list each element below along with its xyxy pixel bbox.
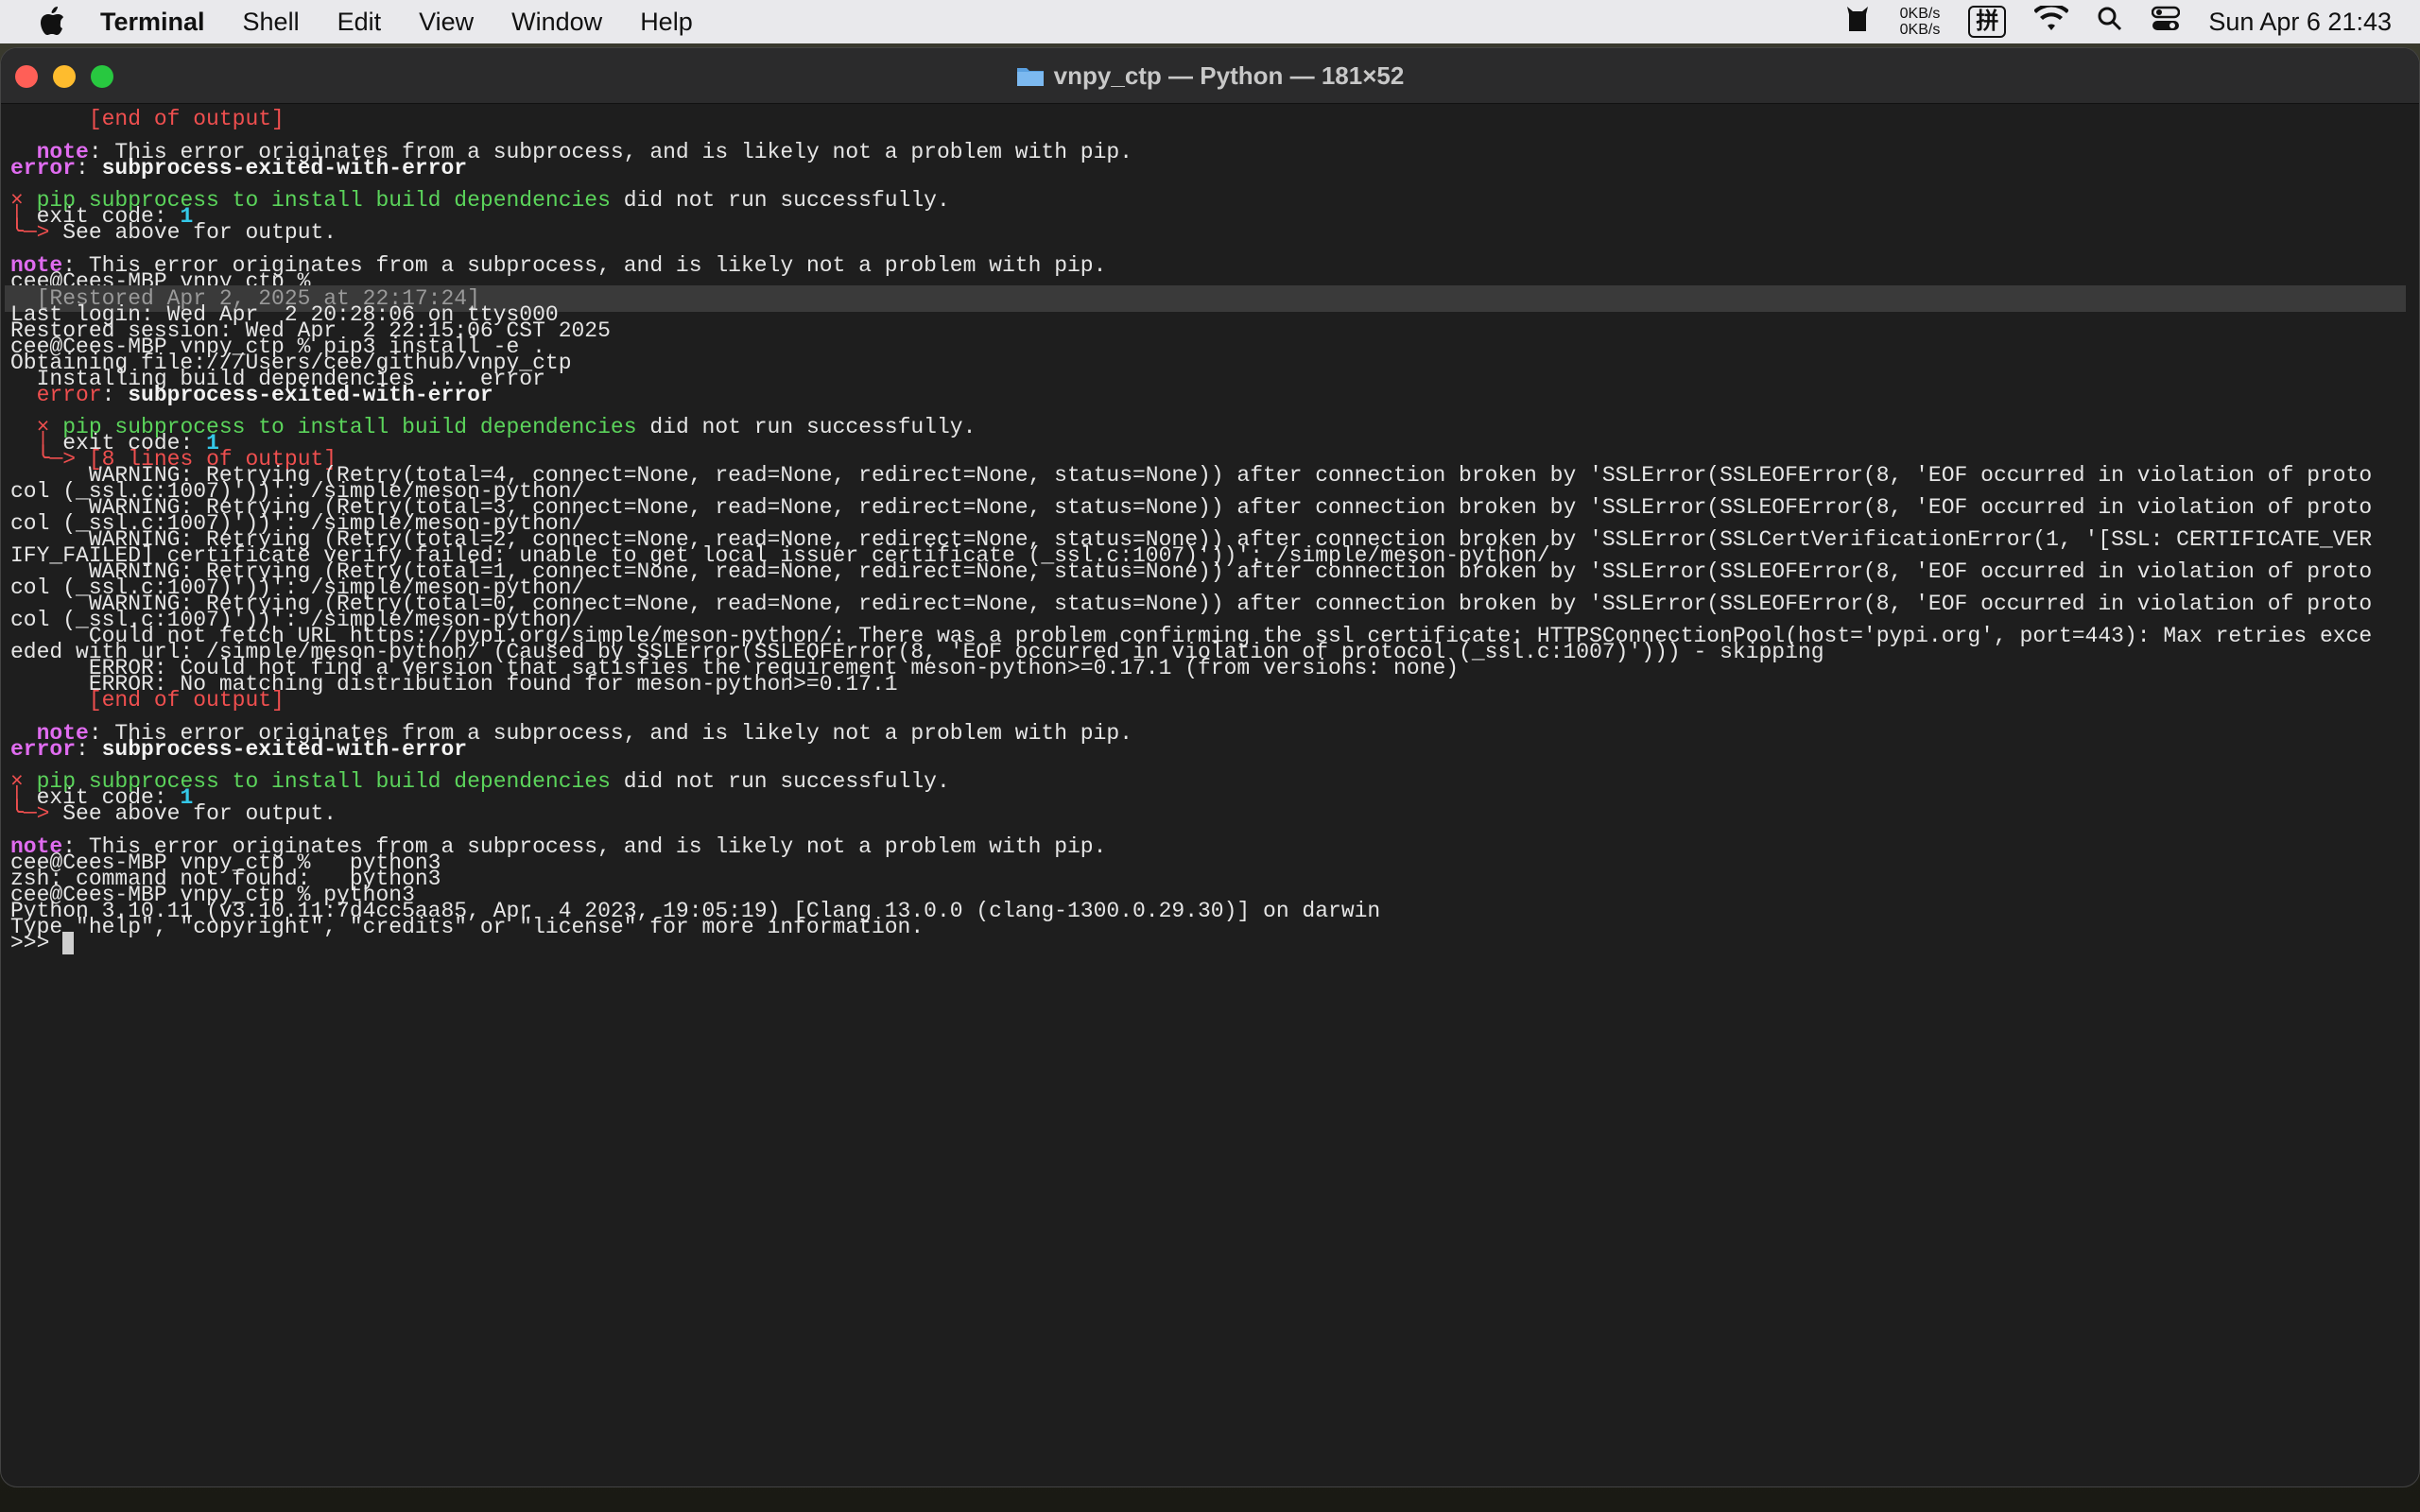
net-up: 0KB/s <box>1899 6 1941 22</box>
window-title: vnpy_ctp — Python — 181×52 <box>1053 60 1405 90</box>
net-down: 0KB/s <box>1899 22 1941 38</box>
minimize-window-button[interactable] <box>53 65 76 88</box>
terminal-line: ╰─> See above for output. <box>10 801 337 826</box>
search-icon[interactable] <box>2097 6 2123 39</box>
terminal-line: error: subprocess-exited-with-error <box>10 737 468 762</box>
close-window-button[interactable] <box>15 65 38 88</box>
menu-window[interactable]: Window <box>511 8 602 37</box>
terminal-line: error: subprocess-exited-with-error <box>10 156 468 180</box>
python-prompt: >>> <box>10 931 63 955</box>
folder-icon <box>1016 68 1044 86</box>
window-titlebar[interactable]: vnpy_ctp — Python — 181×52 <box>1 48 2419 104</box>
terminal-line: ╰─> See above for output. <box>10 220 337 245</box>
menu-edit[interactable]: Edit <box>337 8 382 37</box>
python-prompt-line[interactable]: >>> <box>10 930 75 956</box>
terminal-line: [end of output] <box>10 688 285 713</box>
network-speed-indicator[interactable]: 0KB/s 0KB/s <box>1900 6 1941 38</box>
input-method-indicator[interactable]: 拼 <box>1968 6 2007 38</box>
wifi-icon[interactable] <box>2033 3 2070 39</box>
terminal-line: Type "help", "copyright", "credits" or "… <box>10 915 925 939</box>
text-cursor <box>62 931 75 954</box>
menu-app-terminal[interactable]: Terminal <box>100 8 205 37</box>
terminal-line: error: subprocess-exited-with-error <box>10 383 493 407</box>
control-center-icon[interactable] <box>2152 6 2181 39</box>
terminal-output[interactable]: [end of output] note: This error origina… <box>1 104 2419 1486</box>
apple-logo-icon[interactable] <box>36 6 68 38</box>
menu-help[interactable]: Help <box>640 8 693 37</box>
menu-clock[interactable]: Sun Apr 6 21:43 <box>2208 8 2392 37</box>
zoom-window-button[interactable] <box>91 65 113 88</box>
terminal-line: [end of output] <box>10 107 285 131</box>
menu-shell[interactable]: Shell <box>243 8 300 37</box>
terminal-window: vnpy_ctp — Python — 181×52 [end of outpu… <box>0 47 2420 1487</box>
menu-bar: Terminal Shell Edit View Window Help 0KB… <box>0 0 2420 43</box>
cat-status-icon[interactable] <box>1843 5 1872 40</box>
menu-view[interactable]: View <box>419 8 474 37</box>
